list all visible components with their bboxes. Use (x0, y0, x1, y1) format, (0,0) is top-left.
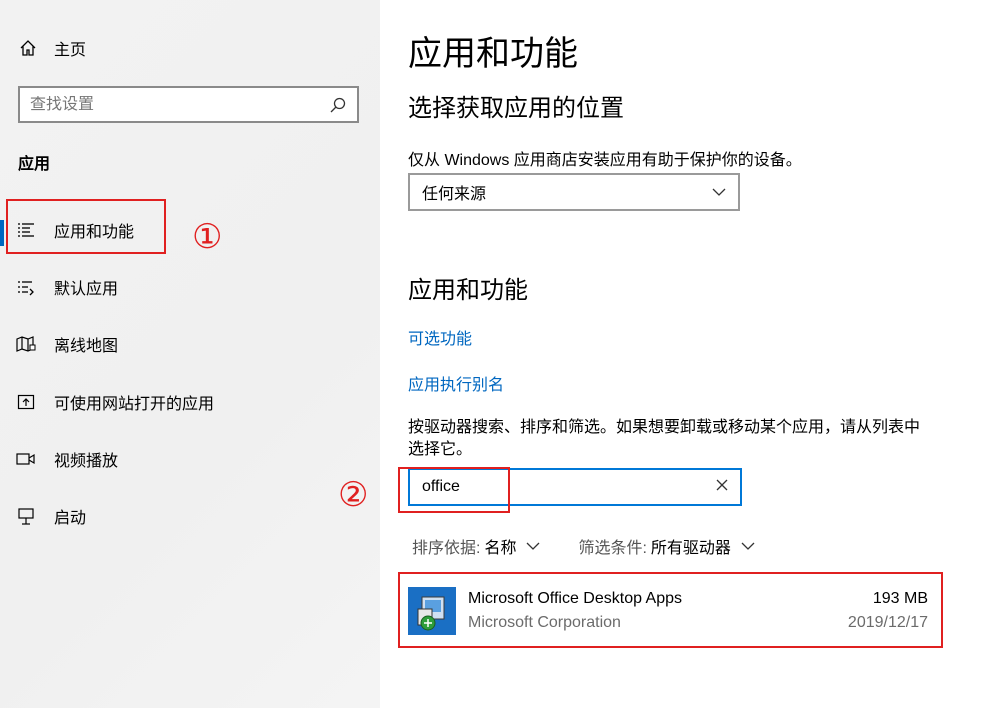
sort-value: 名称 (484, 540, 517, 557)
app-source-dropdown[interactable]: 任何来源 (408, 173, 740, 211)
settings-search-input[interactable] (30, 95, 329, 114)
section-title: 应用 (18, 156, 51, 173)
app-size: 193 MB (872, 590, 928, 607)
app-list-item[interactable]: Microsoft Office Desktop Apps Microsoft … (400, 576, 940, 646)
office-installer-icon (408, 587, 456, 635)
home-icon (18, 38, 38, 58)
filter-dropdown[interactable]: 筛选条件: 所有驱动器 (578, 534, 755, 558)
optional-features-link[interactable]: 可选功能 (408, 325, 472, 349)
sidebar-item-label: 默认应用 (54, 281, 119, 298)
chevron-down-icon (741, 537, 755, 555)
sidebar-item-label: 视频播放 (54, 453, 119, 470)
filter-key-label: 筛选条件: (578, 540, 647, 557)
app-publisher: Microsoft Corporation (468, 614, 621, 631)
sidebar-item-default-apps[interactable]: 默认应用 (0, 267, 380, 307)
choose-source-description: 仅从 Windows 应用商店安装应用有助于保护你的设备。 (408, 152, 802, 169)
video-playback-icon (16, 449, 36, 469)
sidebar-item-apps-for-websites[interactable]: 可使用网站打开的应用 (0, 382, 380, 422)
sidebar-item-video-playback[interactable]: 视频播放 (0, 439, 380, 479)
app-text: Microsoft Office Desktop Apps Microsoft … (468, 590, 848, 632)
annotation-number-2: ② (338, 476, 369, 514)
chevron-down-icon (526, 537, 540, 555)
sidebar: 主页 应用 应用和功能 默认应用 离线地图 可使用网站打开的应用 (0, 0, 380, 708)
default-apps-icon (16, 277, 36, 297)
sort-filter-bar: 排序依据: 名称 筛选条件: 所有驱动器 (412, 534, 793, 558)
apps-features-icon (16, 220, 36, 240)
page-title: 应用和功能 (408, 35, 578, 73)
app-list-description-line-1: 按驱动器搜索、排序和筛选。如果想要卸载或移动某个应用，请从列表中 (408, 419, 921, 436)
app-list-description-line-2: 选择它。 (408, 441, 473, 458)
app-name: Microsoft Office Desktop Apps (468, 590, 683, 607)
app-list-description: 按驱动器搜索、排序和筛选。如果想要卸载或移动某个应用，请从列表中 选择它。 (408, 417, 920, 461)
chevron-down-icon (712, 183, 726, 201)
sidebar-item-apps-features[interactable]: 应用和功能 (0, 210, 380, 250)
app-execution-alias-link[interactable]: 应用执行别名 (408, 371, 504, 395)
apps-for-websites-icon (16, 392, 36, 412)
sidebar-item-startup[interactable]: 启动 (0, 496, 380, 536)
search-icon[interactable] (329, 96, 347, 114)
app-search-box[interactable] (408, 468, 742, 506)
home-label: 主页 (54, 42, 87, 59)
filter-value: 所有驱动器 (650, 540, 731, 557)
sidebar-item-label: 离线地图 (54, 338, 119, 355)
sidebar-item-label: 启动 (54, 510, 87, 527)
app-source-value: 任何来源 (422, 186, 487, 203)
main-panel: 应用和功能 选择获取应用的位置 仅从 Windows 应用商店安装应用有助于保护… (380, 0, 1000, 708)
apps-features-heading: 应用和功能 (408, 277, 528, 304)
settings-search-box[interactable] (18, 86, 359, 123)
sidebar-item-label: 应用和功能 (54, 224, 135, 241)
sidebar-item-label: 可使用网站打开的应用 (54, 396, 215, 413)
choose-source-heading: 选择获取应用的位置 (408, 95, 624, 122)
app-meta: 193 MB 2019/12/17 (848, 590, 928, 632)
sidebar-item-offline-maps[interactable]: 离线地图 (0, 324, 380, 364)
startup-icon (16, 506, 36, 526)
annotation-number-1: ① (192, 218, 223, 256)
app-search-input[interactable] (422, 478, 716, 496)
home-nav-item[interactable]: 主页 (18, 36, 86, 60)
sort-key-label: 排序依据: (412, 540, 481, 557)
offline-maps-icon (16, 334, 36, 354)
clear-icon[interactable] (716, 478, 728, 496)
app-date: 2019/12/17 (847, 614, 928, 631)
sort-dropdown[interactable]: 排序依据: 名称 (412, 534, 540, 558)
